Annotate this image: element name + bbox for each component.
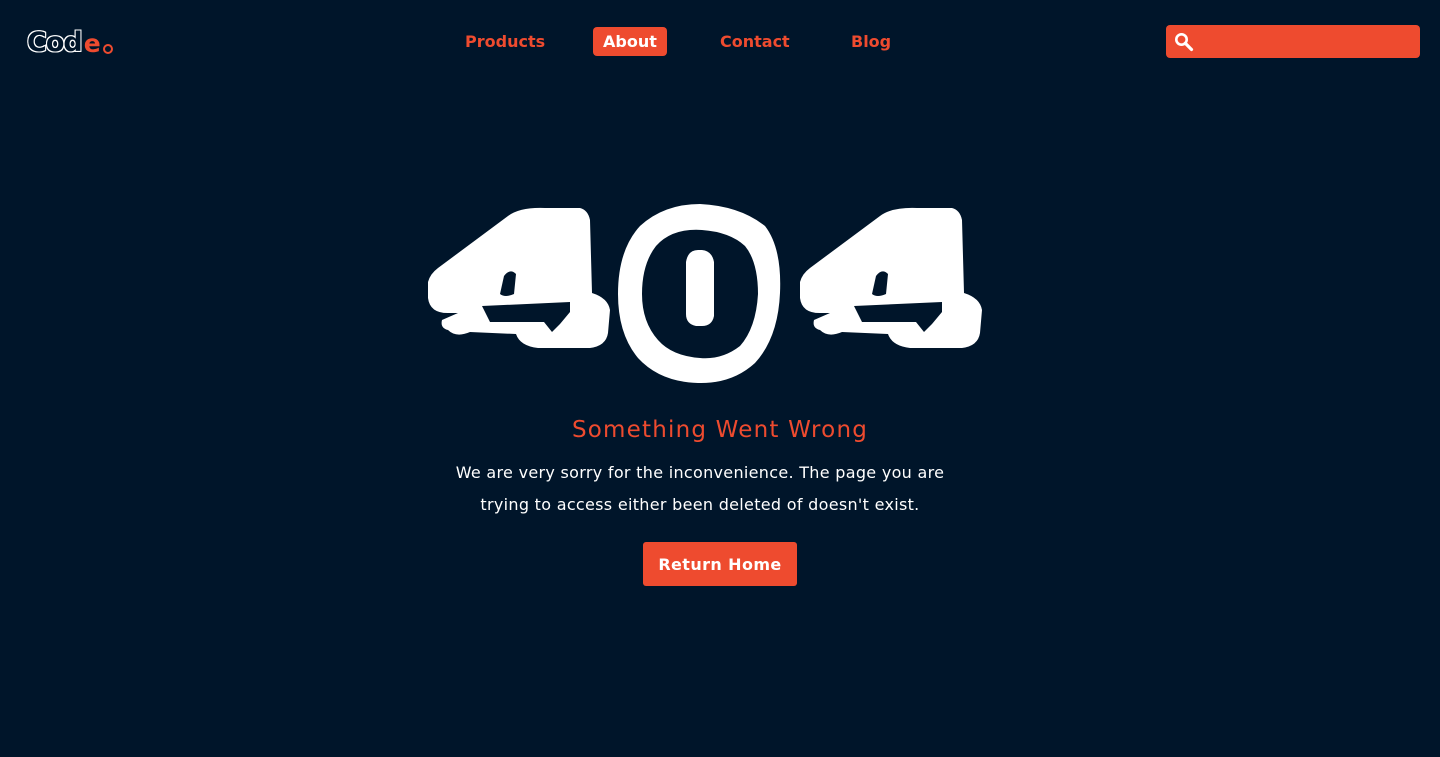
nav-item-about[interactable]: About xyxy=(593,27,667,56)
search-bar xyxy=(1166,25,1420,58)
site-header: Cod e Products About Contact Blog xyxy=(0,0,1440,84)
nav-item-contact[interactable]: Contact xyxy=(720,27,790,56)
error-code-graphic xyxy=(420,198,990,393)
error-heading: Something Went Wrong xyxy=(571,417,869,443)
error-message: We are very sorry for the inconvenience.… xyxy=(455,463,945,514)
digit-zero xyxy=(618,204,781,384)
digit-four-right xyxy=(800,207,982,348)
nav-item-blog[interactable]: Blog xyxy=(851,27,891,56)
nav-item-products[interactable]: Products xyxy=(465,27,545,56)
digit-four-left xyxy=(428,207,610,348)
search-input[interactable] xyxy=(1202,29,1416,56)
search-icon[interactable] xyxy=(1174,32,1194,52)
return-home-button[interactable]: Return Home xyxy=(643,542,797,586)
